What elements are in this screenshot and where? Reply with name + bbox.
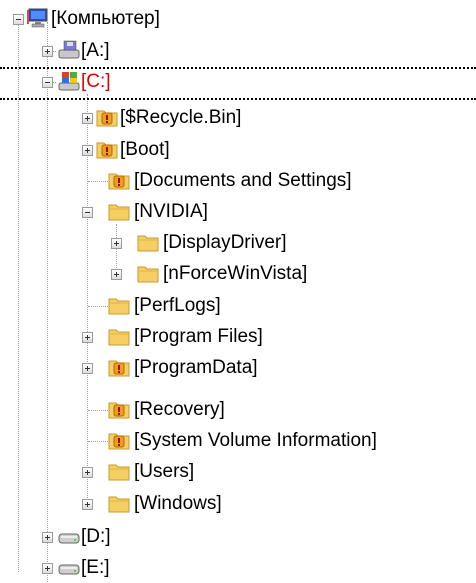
expand-toggle[interactable]: [82, 499, 93, 510]
tree-item-folder[interactable]: [NVIDIA]: [0, 197, 300, 227]
tree-item-label: [C:]: [81, 71, 111, 92]
tree-item-drive-a[interactable]: [A:]: [0, 36, 200, 66]
tree-item-label: [ProgramData]: [134, 357, 258, 378]
expand-toggle[interactable]: [82, 363, 93, 374]
tree-item-label: [Boot]: [120, 139, 170, 160]
hard-drive-icon: [58, 533, 80, 544]
tree-item-label: [PerfLogs]: [134, 295, 221, 316]
expand-toggle[interactable]: [82, 467, 93, 478]
expand-toggle[interactable]: [42, 46, 53, 57]
tree-item-folder[interactable]: [nForceWinVista]: [0, 259, 360, 289]
folder-icon: [108, 204, 130, 221]
tree-item-folder[interactable]: [PerfLogs]: [0, 291, 300, 321]
collapse-toggle[interactable]: [82, 207, 93, 218]
tree-item-label: [E:]: [81, 557, 110, 578]
tree-item-label: [Компьютер]: [51, 8, 160, 29]
tree-item-label: [Documents and Settings]: [134, 170, 352, 191]
restricted-folder-icon: [108, 360, 130, 377]
folder-tree: [Компьютер] [A:] [C:] [$Recycle.Bin] [Bo…: [0, 0, 476, 582]
floppy-drive-icon: [58, 40, 80, 59]
expand-toggle[interactable]: [82, 332, 93, 343]
system-drive-icon: [58, 72, 80, 91]
tree-item-folder[interactable]: [DisplayDriver]: [0, 228, 360, 258]
collapse-toggle[interactable]: [13, 14, 24, 25]
tree-item-drive-c[interactable]: [C:]: [0, 67, 200, 97]
expand-toggle[interactable]: [42, 532, 53, 543]
tree-item-label: [Recovery]: [134, 399, 225, 420]
folder-icon: [108, 464, 130, 481]
collapse-toggle[interactable]: [42, 77, 53, 88]
folder-icon: [108, 298, 130, 315]
tree-item-folder[interactable]: [Recovery]: [0, 395, 300, 425]
tree-item-label: [nForceWinVista]: [163, 263, 308, 284]
restricted-folder-icon: [108, 402, 130, 419]
tree-item-folder[interactable]: [ProgramData]: [0, 353, 330, 383]
folder-icon: [137, 266, 159, 283]
tree-item-folder[interactable]: [Boot]: [0, 135, 300, 165]
tree-item-label: [Windows]: [134, 493, 222, 514]
tree-item-drive-e[interactable]: [E:]: [0, 553, 200, 583]
tree-item-folder[interactable]: [Users]: [0, 457, 300, 487]
computer-icon: [27, 8, 48, 28]
tree-item-label: [DisplayDriver]: [163, 232, 287, 253]
tree-item-label: [NVIDIA]: [134, 201, 208, 222]
tree-item-folder[interactable]: [$Recycle.Bin]: [0, 103, 300, 133]
tree-item-folder[interactable]: [Program Files]: [0, 322, 330, 352]
tree-item-computer[interactable]: [Компьютер]: [0, 4, 300, 34]
tree-item-label: [Program Files]: [134, 326, 263, 347]
hard-drive-icon: [58, 564, 80, 575]
tree-item-folder[interactable]: [Documents and Settings]: [0, 166, 476, 196]
restricted-folder-icon: [108, 433, 130, 450]
folder-icon: [137, 235, 159, 252]
expand-toggle[interactable]: [111, 269, 122, 280]
folder-icon: [108, 496, 130, 513]
restricted-folder-icon: [96, 142, 118, 159]
tree-item-drive-d[interactable]: [D:]: [0, 522, 200, 552]
expand-toggle[interactable]: [111, 238, 122, 249]
tree-item-label: [Users]: [134, 461, 195, 482]
expand-toggle[interactable]: [82, 145, 93, 156]
tree-item-label: [A:]: [81, 40, 110, 61]
tree-item-label: [$Recycle.Bin]: [120, 107, 242, 128]
expand-toggle[interactable]: [82, 113, 93, 124]
folder-icon: [108, 329, 130, 346]
tree-item-folder[interactable]: [Windows]: [0, 489, 300, 519]
tree-item-label: [D:]: [81, 526, 111, 547]
restricted-folder-icon: [96, 110, 118, 127]
tree-item-folder[interactable]: [System Volume Information]: [0, 426, 476, 456]
expand-toggle[interactable]: [42, 563, 53, 574]
tree-item-label: [System Volume Information]: [134, 430, 377, 451]
restricted-folder-icon: [108, 173, 130, 190]
